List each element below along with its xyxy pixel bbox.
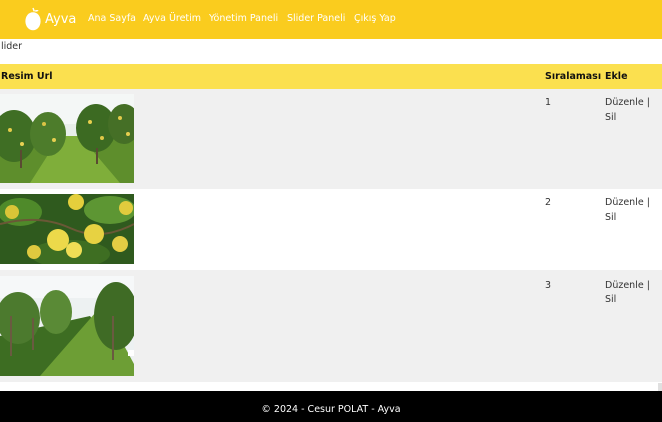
edit-link[interactable]: Düzenle | — [605, 95, 650, 111]
table-row: 3 Düzenle | Sil — [0, 270, 662, 382]
row-order: 2 — [545, 197, 552, 208]
nav-link-slider-panel[interactable]: Slider Paneli — [287, 13, 345, 24]
top-navbar: Ayva Ana Sayfa Ayva Üretim Yönetim Panel… — [0, 0, 662, 39]
table-row: 1 Düzenle | Sil — [0, 89, 662, 189]
nav-link-home[interactable]: Ana Sayfa — [88, 13, 136, 24]
page-footer: © 2024 - Cesur POLAT - Ayva — [0, 391, 662, 422]
delete-link[interactable]: Sil — [605, 292, 616, 308]
delete-link[interactable]: Sil — [605, 210, 616, 226]
brand-name: Ayva — [45, 11, 77, 27]
slider-image-quince-closeup — [0, 194, 134, 264]
brand-link[interactable]: Ayva — [24, 6, 76, 32]
nav-link-production[interactable]: Ayva Üretim — [143, 13, 201, 24]
table-header: Resim Url Sıralaması Ekle — [0, 64, 662, 89]
edit-link[interactable]: Düzenle | — [605, 195, 650, 211]
column-header-order: Sıralaması — [545, 71, 602, 82]
column-header-actions: Ekle — [605, 71, 628, 82]
slider-image-orchard — [0, 94, 134, 183]
column-header-image-url: Resim Url — [1, 71, 53, 82]
table-row: 2 Düzenle | Sil — [0, 189, 662, 270]
quince-logo-icon — [25, 7, 41, 31]
nav-link-admin-panel[interactable]: Yönetim Paneli — [209, 13, 278, 24]
nav-link-logout[interactable]: Çıkış Yap — [354, 13, 396, 24]
row-order: 3 — [545, 280, 552, 291]
row-order: 1 — [545, 97, 552, 108]
delete-link[interactable]: Sil — [605, 110, 616, 126]
page-title: lider — [1, 41, 23, 52]
footer-copyright: © 2024 - Cesur POLAT - Ayva — [261, 404, 401, 415]
scrollbar[interactable] — [658, 383, 662, 391]
slider-image-orchard-rows — [0, 276, 134, 376]
